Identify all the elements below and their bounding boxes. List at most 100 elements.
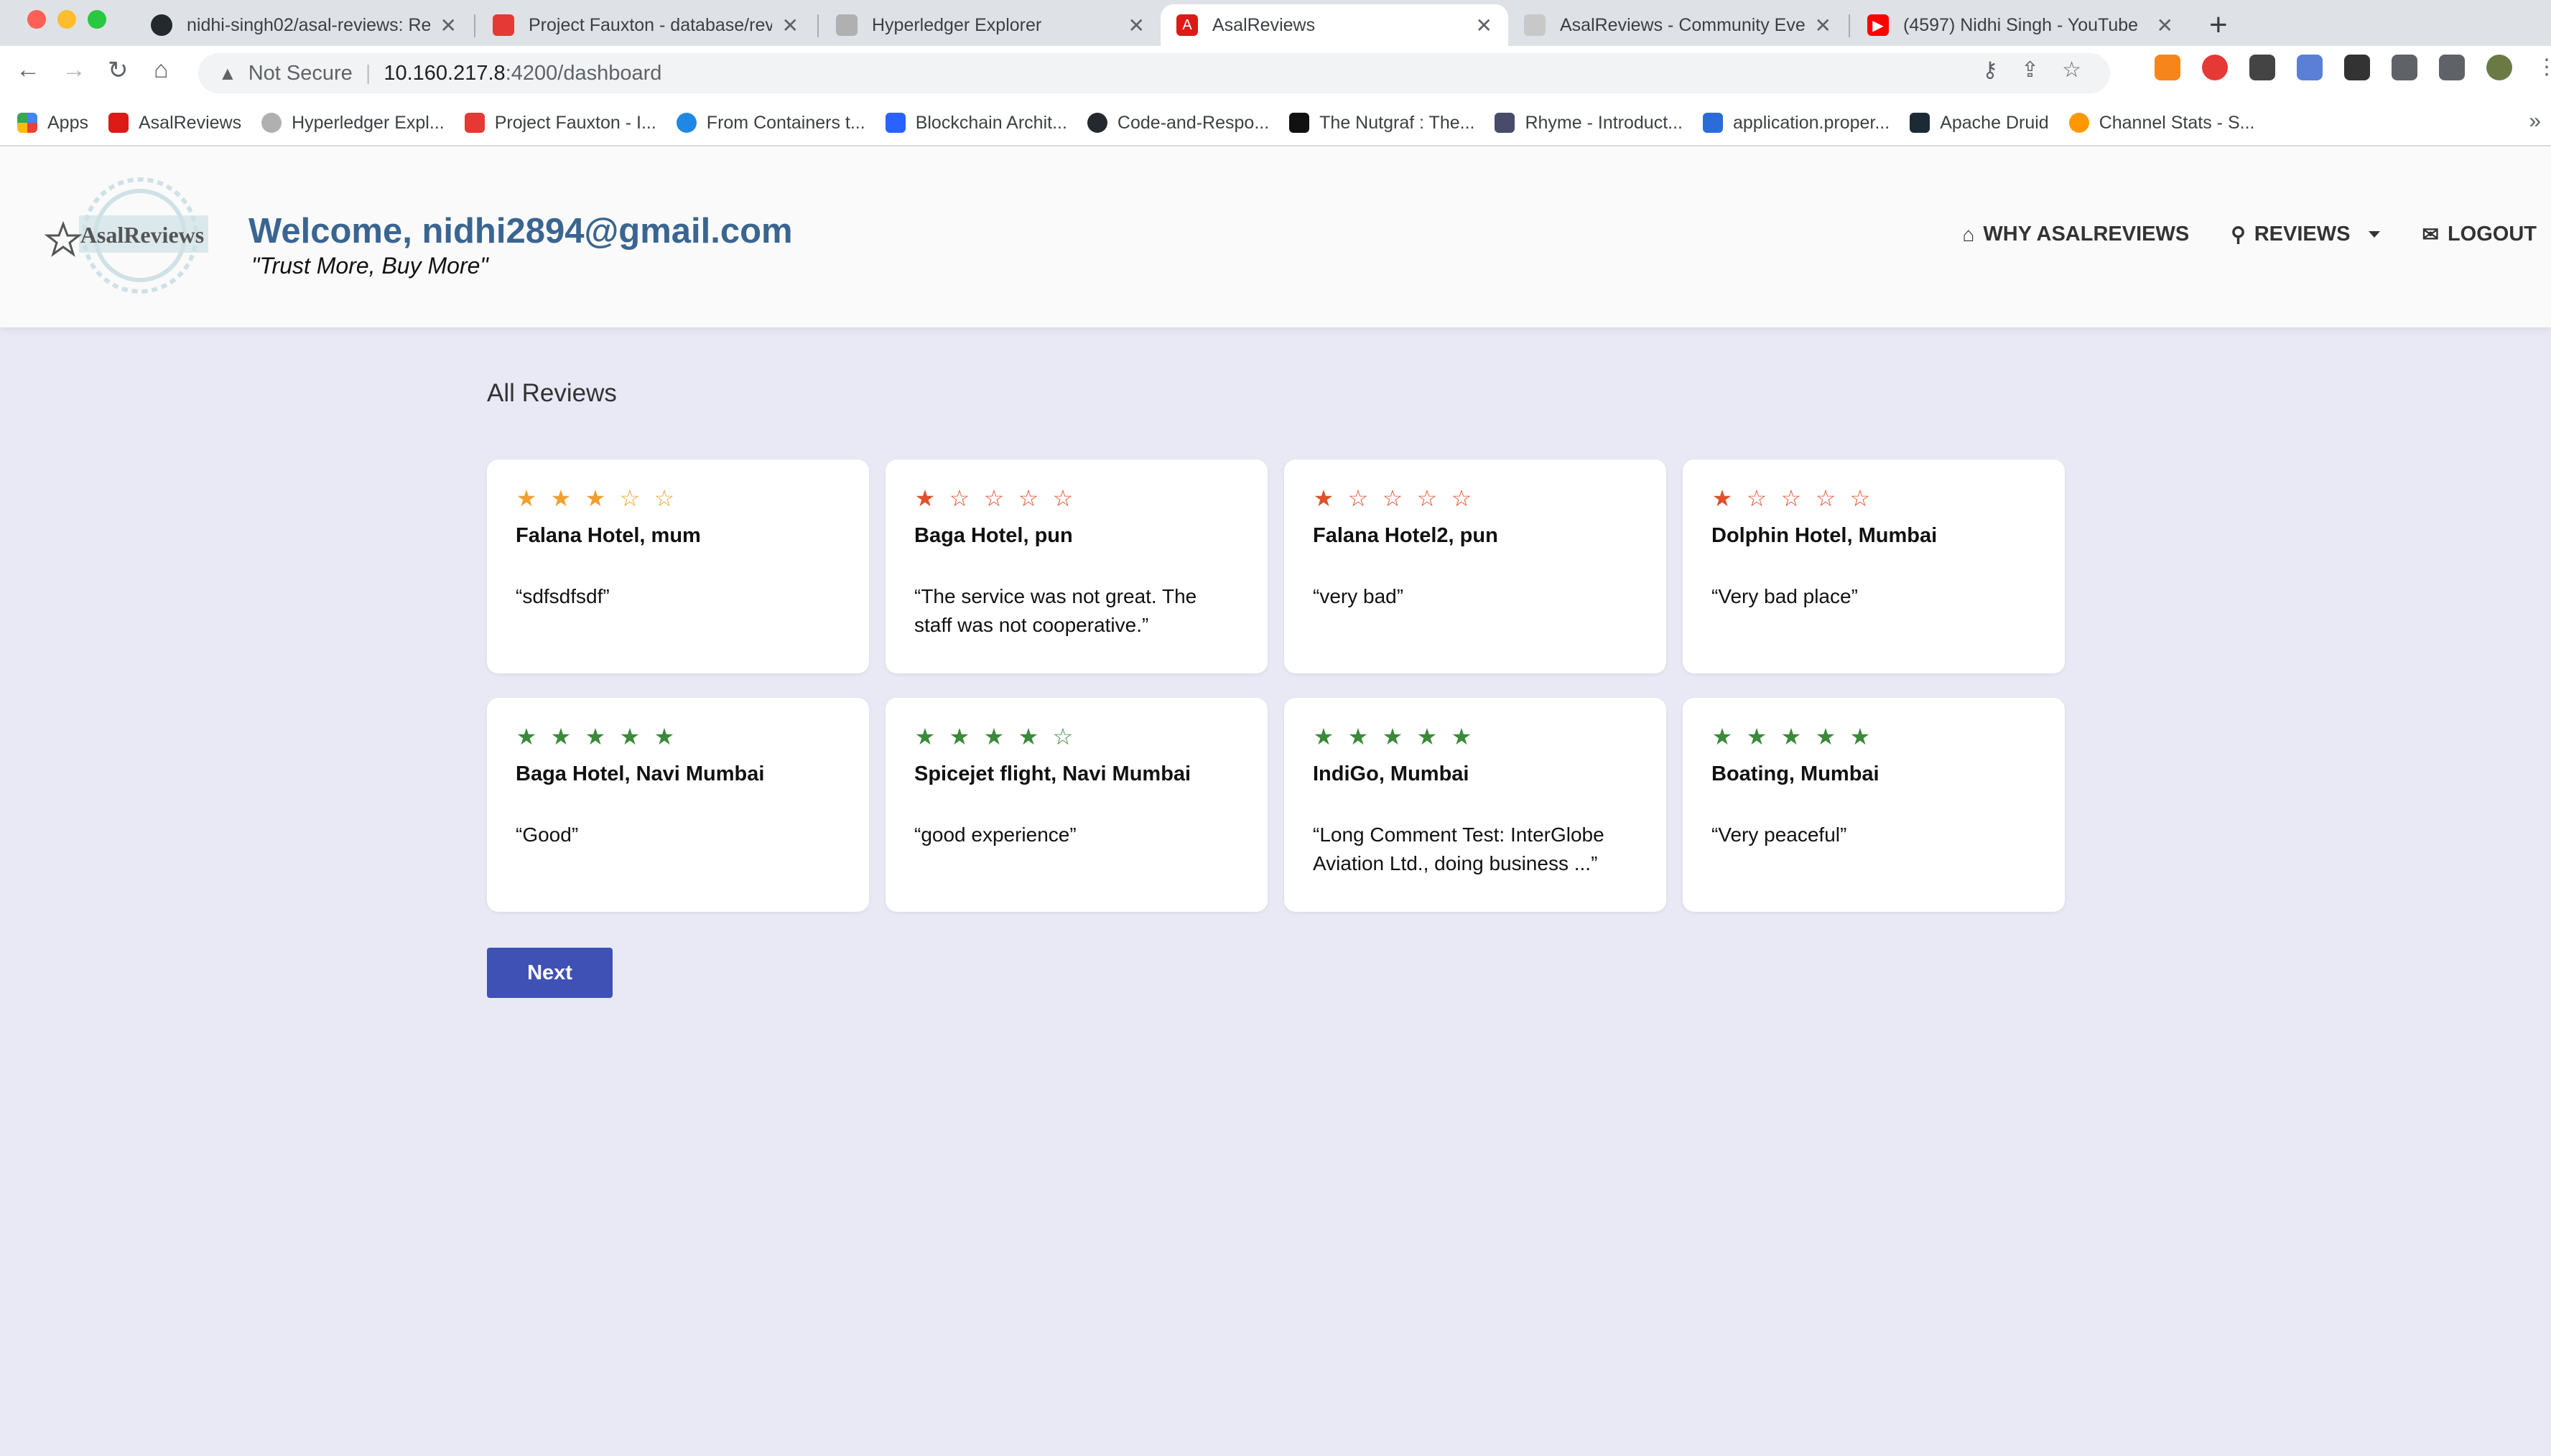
review-card[interactable]: ★ ★ ★ ★ ☆ Spicejet flight, Navi Mumbai “good e… (886, 698, 1268, 912)
home-icon: ⌂ (1962, 223, 1975, 246)
close-tab-icon[interactable]: ✕ (1476, 14, 1492, 37)
bookmark-label: AsalReviews (138, 112, 242, 133)
bookmark-item[interactable]: Apps (17, 113, 88, 134)
reload-icon[interactable]: ↻ (108, 56, 129, 85)
review-title: Boating, Mumbai (1711, 762, 1879, 785)
bookmark-item[interactable]: Apache Druid (1910, 113, 2049, 134)
star-filled-icon: ★ (1780, 724, 1802, 750)
bookmark-item[interactable]: Project Fauxton - I... (464, 113, 656, 134)
extension-red-icon[interactable] (2202, 55, 2228, 80)
apps-grid-icon (17, 113, 37, 133)
bookmark-item[interactable]: Blockchain Archit... (885, 113, 1067, 134)
close-tab-icon[interactable]: ✕ (440, 14, 457, 37)
browser-tab[interactable]: AsalReviews - Community Even ✕ (1508, 4, 1847, 46)
back-icon[interactable]: ← (16, 56, 40, 84)
minimize-window-button[interactable] (57, 10, 76, 29)
bookmark-item[interactable]: Channel Stats - S... (2068, 112, 2255, 134)
bookmark-label: Apps (47, 112, 88, 133)
envelope-icon: ✉ (2422, 223, 2439, 246)
bookmark-item[interactable]: application.proper... (1703, 113, 1890, 134)
selenium-icon[interactable] (2344, 55, 2370, 80)
close-tab-icon[interactable]: ✕ (2157, 14, 2173, 37)
s-icon (885, 113, 906, 133)
star-filled-icon: ★ (550, 724, 572, 750)
metamask-icon[interactable] (2155, 55, 2180, 80)
bookmark-item[interactable]: The Nutgraf : The... (1289, 113, 1474, 134)
browser-tab[interactable]: nidhi-singh02/asal-reviews: Re ✕ (135, 4, 473, 46)
close-tab-icon[interactable]: ✕ (1815, 14, 1831, 37)
nav-why-asalreviews[interactable]: ⌂ WHY ASALREVIEWS (1962, 223, 2189, 246)
review-card[interactable]: ★ ★ ★ ★ ★ IndiGo, Mumbai “Long Comment Test: I… (1284, 698, 1666, 912)
pen-icon[interactable] (2297, 55, 2323, 80)
star-filled-icon: ★ (914, 485, 936, 511)
channel-stats-icon (2068, 113, 2089, 133)
profile-avatar[interactable] (2486, 55, 2512, 80)
star-filled-icon: ★ (914, 724, 936, 750)
main-nav: ⌂ WHY ASALREVIEWS ⚲ REVIEWS ✉ LOGOUT (1962, 223, 2537, 246)
review-text: “Very peaceful” (1711, 823, 1847, 846)
review-card[interactable]: ★ ☆ ☆ ☆ ☆ Dolphin Hotel, Mumbai “Very bad plac… (1683, 459, 2065, 673)
new-tab-button[interactable]: + (2209, 7, 2228, 43)
bookmark-label: Code-and-Respo... (1117, 112, 1270, 133)
nav-logout[interactable]: ✉ LOGOUT (2422, 223, 2537, 246)
bookmark-label: Channel Stats - S... (2099, 112, 2255, 133)
star-filled-icon: ★ (1313, 485, 1334, 511)
hyperledger-icon (836, 14, 858, 36)
fauxton-icon (464, 113, 485, 133)
close-window-button[interactable] (27, 10, 46, 29)
star-filled-icon: ★ (516, 724, 537, 750)
star-empty-icon: ☆ (619, 485, 641, 511)
bookmark-item[interactable]: From Containers t... (676, 113, 865, 134)
maximize-window-button[interactable] (88, 10, 106, 29)
bookmark-item[interactable]: Rhyme - Introduct... (1495, 113, 1683, 134)
close-tab-icon[interactable]: ✕ (1128, 14, 1145, 37)
puzzle-icon[interactable] (2392, 55, 2417, 80)
review-card[interactable]: ★ ☆ ☆ ☆ ☆ Baga Hotel, pun “The service was not… (886, 459, 1268, 673)
sidepanel-icon[interactable] (2439, 55, 2465, 80)
doc-icon (1703, 113, 1723, 133)
security-label: Not Secure (248, 61, 353, 85)
github-icon (1087, 113, 1107, 133)
nav-reviews-dropdown[interactable]: ⚲ REVIEWS (2231, 223, 2381, 246)
bookmark-item[interactable]: Hyperledger Expl... (261, 113, 445, 134)
star-filled-icon: ★ (1313, 724, 1334, 750)
review-card[interactable]: ★ ★ ★ ☆ ☆ Falana Hotel, mum “sdfsdfsdf” (487, 459, 869, 673)
bookmark-item[interactable]: AsalReviews (108, 113, 241, 134)
github-icon (151, 14, 172, 36)
address-host: 10.160.217.8 (384, 61, 506, 85)
star-empty-icon: ☆ (1815, 485, 1836, 511)
browser-tab-active[interactable]: A AsalReviews ✕ (1161, 4, 1508, 46)
star-filled-icon: ★ (1711, 485, 1733, 511)
browser-tab[interactable]: Hyperledger Explorer ✕ (820, 4, 1161, 46)
address-bar[interactable]: ▲ Not Secure | 10.160.217.8 :4200/dashbo… (198, 53, 2110, 93)
asalreviews-logo[interactable]: AsalReviews (43, 171, 237, 300)
bookmark-label: Hyperledger Expl... (292, 112, 445, 133)
close-tab-icon[interactable]: ✕ (782, 14, 799, 37)
star-filled-icon: ★ (1815, 724, 1836, 750)
address-path: :4200/dashboard (505, 61, 662, 85)
bookmark-label: Rhyme - Introduct... (1525, 112, 1683, 133)
review-text: “Good” (516, 823, 579, 846)
review-card[interactable]: ★ ★ ★ ★ ★ Boating, Mumbai “Very peaceful” (1683, 698, 2065, 912)
share-icon[interactable]: ⇪ (2021, 57, 2039, 83)
browser-tab[interactable]: ▶ (4597) Nidhi Singh - YouTube ✕ (1851, 4, 2189, 46)
bookmark-star-icon[interactable]: ☆ (2062, 57, 2081, 83)
next-button[interactable]: Next (487, 948, 613, 998)
warning-icon: ▲ (218, 62, 237, 84)
extension-dark-icon[interactable] (2249, 55, 2275, 80)
bookmark-item[interactable]: Code-and-Respo... (1087, 113, 1269, 134)
home-icon[interactable]: ⌂ (154, 56, 169, 84)
star-filled-icon: ★ (619, 724, 641, 750)
star-filled-icon: ★ (949, 724, 970, 750)
tab-title: Hyperledger Explorer (872, 14, 1042, 35)
menu-kebab-icon[interactable]: ⋮ (2534, 55, 2551, 80)
review-card[interactable]: ★ ☆ ☆ ☆ ☆ Falana Hotel2, pun “very bad” (1284, 459, 1666, 673)
star-empty-icon: ☆ (1018, 485, 1039, 511)
review-card[interactable]: ★ ★ ★ ★ ★ Baga Hotel, Navi Mumbai “Good” (487, 698, 869, 912)
review-text: “very bad” (1313, 585, 1404, 607)
bookmarks-overflow-icon[interactable]: » (2529, 109, 2541, 134)
browser-tab[interactable]: Project Fauxton - database/rev ✕ (477, 4, 814, 46)
forward-icon[interactable]: → (62, 56, 86, 84)
key-icon[interactable]: ⚷ (1982, 57, 1998, 83)
star-empty-icon: ☆ (1382, 485, 1403, 511)
